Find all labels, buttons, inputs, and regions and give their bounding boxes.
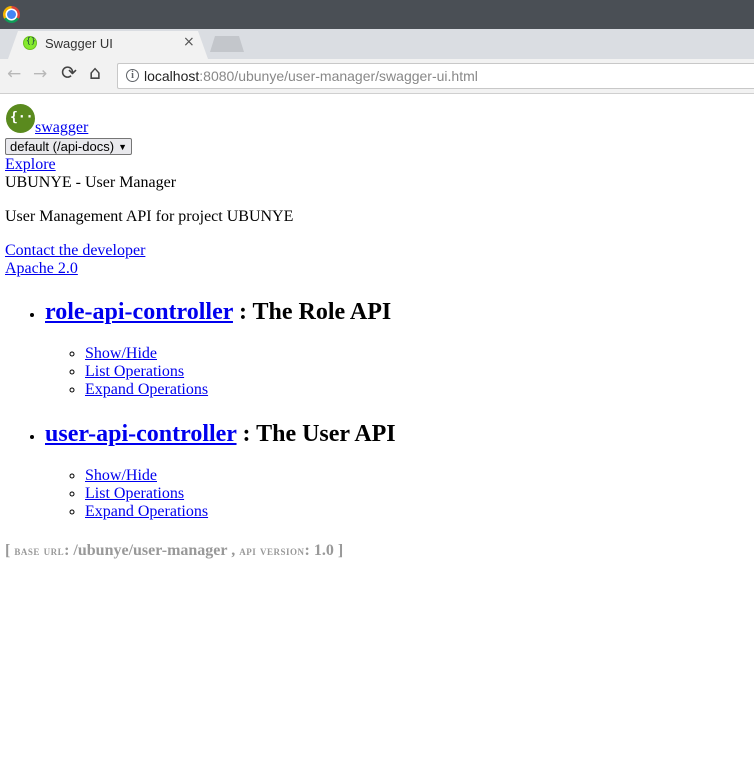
resource-heading: role-api-controller : The Role API (45, 298, 396, 326)
base-url-value: : /ubunye/user-manager (64, 542, 228, 559)
resource-item-role: role-api-controller : The Role API Show/… (45, 298, 396, 399)
new-tab-button[interactable] (210, 36, 244, 52)
resource-heading: user-api-controller : The User API (45, 420, 396, 448)
resource-link-role-api-controller[interactable]: role-api-controller (45, 299, 233, 325)
home-icon[interactable]: ⌂ (89, 62, 101, 84)
window-titlebar (0, 0, 754, 29)
api-info-footer: [ base url: /ubunye/user-manager , api v… (5, 542, 396, 560)
url-host: localhost (144, 68, 200, 84)
contact-link[interactable]: Contact the developer (5, 242, 145, 259)
api-title: UBUNYE - User Manager (5, 174, 177, 191)
tab-title: Swagger UI (45, 36, 113, 51)
url-text[interactable]: localhost:8080/ubunye/user-manager/swagg… (144, 68, 478, 84)
resource-list: role-api-controller : The Role API Show/… (5, 298, 396, 521)
address-bar[interactable]: i localhost:8080/ubunye/user-manager/swa… (117, 63, 754, 89)
dropdown-arrow-icon: ▼ (118, 142, 127, 152)
back-icon[interactable]: ← (7, 64, 21, 84)
api-version-label: api version (239, 543, 305, 558)
footer-bracket-close: ] (337, 542, 344, 559)
list-operations-link[interactable]: List Operations (85, 485, 184, 502)
expand-operations-link[interactable]: Expand Operations (85, 503, 208, 520)
resource-description: : The User API (242, 421, 396, 447)
tab-close-icon[interactable]: × (183, 34, 195, 50)
footer-separator: , (227, 542, 236, 559)
chrome-logo-icon (3, 6, 20, 23)
expand-operations-link[interactable]: Expand Operations (85, 381, 208, 398)
reload-icon[interactable]: ⟳ (61, 62, 77, 84)
api-description: User Management API for project UBUNYE (5, 208, 294, 225)
footer-bracket-open: [ (5, 542, 11, 559)
operations-list: Show/Hide List Operations Expand Operati… (45, 467, 396, 521)
spec-select[interactable]: default (/api-docs) ▼ (5, 138, 132, 155)
show-hide-link[interactable]: Show/Hide (85, 345, 157, 362)
license-link[interactable]: Apache 2.0 (5, 260, 78, 277)
swagger-favicon-icon: {} (23, 36, 37, 50)
url-path: :8080/ubunye/user-manager/swagger-ui.htm… (199, 68, 478, 84)
spec-select-value: default (/api-docs) (10, 139, 115, 154)
forward-icon[interactable]: → (33, 64, 47, 84)
resource-item-user: user-api-controller : The User API Show/… (45, 420, 396, 521)
resource-description: : The Role API (238, 299, 392, 325)
list-operations-link[interactable]: List Operations (85, 363, 184, 380)
show-hide-link[interactable]: Show/Hide (85, 467, 157, 484)
page-content: {···} swagger default (/api-docs) ▼ Explo… (5, 104, 396, 560)
info-icon[interactable]: i (126, 69, 139, 82)
operations-list: Show/Hide List Operations Expand Operati… (45, 345, 396, 399)
base-url-label: base url (14, 543, 65, 558)
explore-button[interactable]: Explore (5, 156, 56, 173)
api-version-value: : 1.0 (304, 542, 334, 559)
swagger-logo-link[interactable]: swagger (35, 119, 88, 137)
swagger-logo-icon: {···} (6, 104, 49, 133)
header-logo-row: {···} swagger (5, 104, 396, 137)
resource-link-user-api-controller[interactable]: user-api-controller (45, 421, 237, 447)
